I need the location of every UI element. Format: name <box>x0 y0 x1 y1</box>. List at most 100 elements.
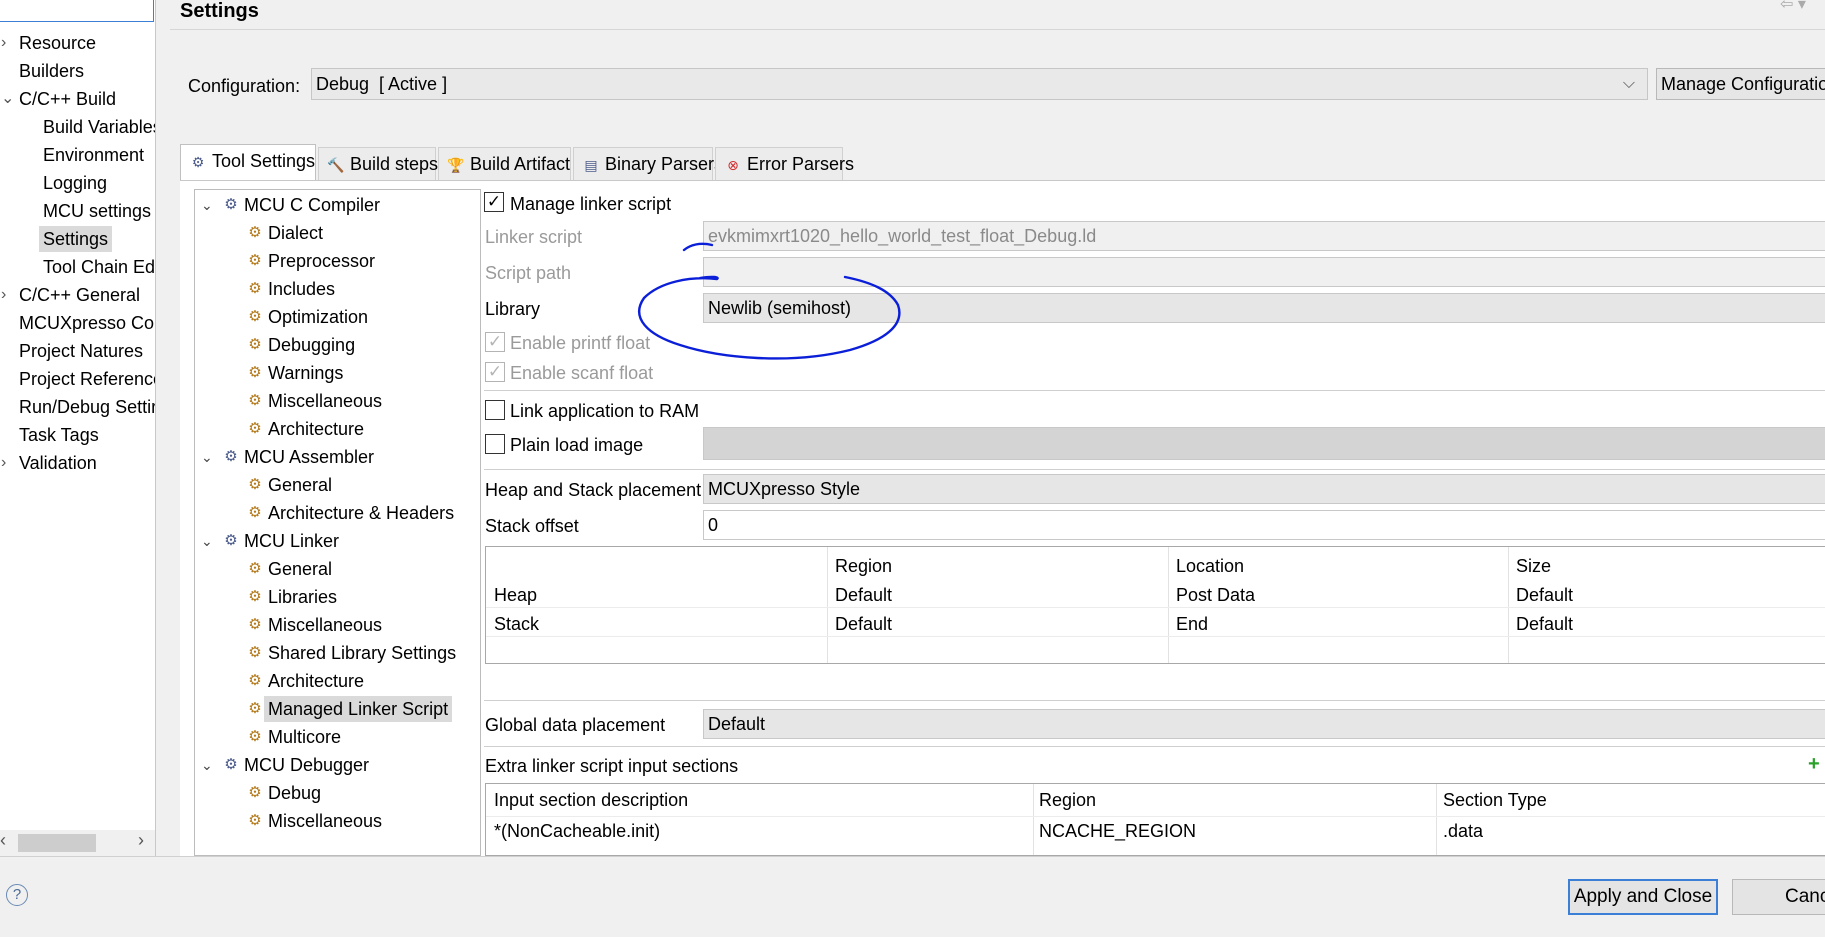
tree-label: Miscellaneous <box>268 391 383 411</box>
nav-item-logging[interactable]: Logging <box>0 170 155 196</box>
tree-item[interactable]: ⚙ Architecture <box>195 416 480 442</box>
tree-item[interactable]: ⚙ Optimization <box>195 304 480 330</box>
table-cell[interactable]: Default <box>835 581 892 609</box>
nav-horizontal-scrollbar[interactable]: ‹ › <box>0 830 155 856</box>
stack-offset-input[interactable]: 0 <box>703 510 1825 540</box>
tree-group[interactable]: ⌄ ⚙ MCU Linker <box>195 528 480 554</box>
tab-error-parsers[interactable]: ⊗ Error Parsers <box>715 147 854 181</box>
tree-item[interactable]: ⚙ Architecture <box>195 668 480 694</box>
nav-item-project-reference[interactable]: Project Reference: <box>0 366 155 392</box>
table-cell[interactable]: *(NonCacheable.init) <box>494 817 660 845</box>
tree-item[interactable]: ⚙ Dialect <box>195 220 480 246</box>
tree-item[interactable]: ⚙ Preprocessor <box>195 248 480 274</box>
table-cell[interactable]: NCACHE_REGION <box>1039 817 1196 845</box>
apply-and-close-button[interactable]: Apply and Close <box>1568 879 1718 915</box>
tree-item[interactable]: ⚙ Miscellaneous <box>195 388 480 414</box>
tree-label: MCU Debugger <box>244 755 370 775</box>
tree-item[interactable]: ⚙ Debugging <box>195 332 480 358</box>
scroll-left-icon[interactable]: ‹ <box>0 830 6 851</box>
nav-item-label: Project Natures <box>19 341 144 361</box>
script-path-field[interactable] <box>703 257 1825 287</box>
chevron-right-icon[interactable]: › <box>1 450 13 476</box>
tree-group[interactable]: ⌄ ⚙ MCU Debugger <box>195 752 480 778</box>
script-path-label: Script path <box>485 263 572 283</box>
table-cell[interactable]: .data <box>1443 817 1483 845</box>
chevron-down-icon[interactable]: ⌄ <box>1 86 14 112</box>
configuration-select[interactable]: Debug [ Active ] ⌵ <box>311 68 1648 100</box>
tab-binary-parsers[interactable]: ▤ Binary Parsers <box>573 147 723 181</box>
chevron-down-icon[interactable]: ⌄ <box>201 444 215 470</box>
tree-item[interactable]: ⚙ Miscellaneous <box>195 612 480 638</box>
footer-divider <box>0 856 1825 857</box>
chevron-right-icon[interactable]: › <box>1 30 13 56</box>
tree-item[interactable]: ⚙ Warnings <box>195 360 480 386</box>
tree-item[interactable]: ⚙ General <box>195 472 480 498</box>
enable-scanf-float-label: Enable scanf float <box>510 363 654 383</box>
tab-build-artifact[interactable]: 🏆 Build Artifact <box>438 147 571 181</box>
nav-item-validation[interactable]: › Validation <box>0 450 155 476</box>
tab-tool-settings[interactable]: ⚙ Tool Settings <box>180 144 316 182</box>
tree-group[interactable]: ⌄ ⚙ MCU C Compiler <box>195 192 480 218</box>
tree-item[interactable]: ⚙ Managed Linker Script <box>195 696 480 722</box>
chevron-down-icon[interactable]: ⌄ <box>201 752 215 778</box>
nav-item-project-natures[interactable]: Project Natures <box>0 338 155 364</box>
tab-label: Build steps <box>350 154 439 174</box>
nav-item-resource[interactable]: › Resource <box>0 30 155 56</box>
option-icon: ⚙ <box>248 812 262 829</box>
gear-icon: ⚙ <box>224 532 238 549</box>
cancel-button[interactable]: Cance <box>1732 879 1825 915</box>
tree-label: Miscellaneous <box>268 811 383 831</box>
global-data-placement-select[interactable]: Default <box>703 709 1825 739</box>
chevron-down-icon[interactable]: ⌄ <box>201 528 215 554</box>
nav-back-forward-icon[interactable]: ⇦ ▾ <box>1780 0 1806 14</box>
tree-item[interactable]: ⚙ Miscellaneous <box>195 808 480 834</box>
nav-item-c-c-build[interactable]: ⌄ C/C++ Build <box>0 86 155 112</box>
link-to-ram-checkbox[interactable] <box>485 400 505 420</box>
tree-group[interactable]: ⌄ ⚙ MCU Assembler <box>195 444 480 470</box>
manage-configurations-button[interactable]: Manage Configuratio <box>1656 68 1825 100</box>
add-section-icon[interactable]: + <box>1808 752 1820 776</box>
tree-item[interactable]: ⚙ General <box>195 556 480 582</box>
table-cell[interactable]: Default <box>835 610 892 638</box>
nav-item-mcu-settings[interactable]: MCU settings <box>0 198 155 224</box>
nav-item-environment[interactable]: Environment <box>0 142 155 168</box>
help-icon[interactable]: ? <box>6 884 28 906</box>
table-cell[interactable]: Stack <box>494 610 539 638</box>
tab-build-steps[interactable]: 🔨 Build steps <box>318 147 439 181</box>
table-cell[interactable]: Post Data <box>1176 581 1255 609</box>
tree-label: Miscellaneous <box>268 615 383 635</box>
plain-load-image-checkbox[interactable] <box>485 434 505 454</box>
chevron-down-icon[interactable]: ⌄ <box>201 192 215 218</box>
nav-item-settings[interactable]: Settings <box>0 226 155 252</box>
tree-item[interactable]: ⚙ Architecture & Headers <box>195 500 480 526</box>
nav-item-run-debug-settir[interactable]: Run/Debug Settir <box>0 394 155 420</box>
nav-item-task-tags[interactable]: Task Tags <box>0 422 155 448</box>
manage-linker-script-checkbox[interactable]: ✓ <box>484 192 504 212</box>
option-icon: ⚙ <box>248 784 262 801</box>
table-cell[interactable]: End <box>1176 610 1208 638</box>
nav-item-build-variables[interactable]: Build Variables <box>0 114 155 140</box>
tree-item[interactable]: ⚙ Libraries <box>195 584 480 610</box>
scroll-thumb[interactable] <box>18 834 96 852</box>
library-select[interactable]: Newlib (semihost) <box>703 293 1825 323</box>
tree-label: Shared Library Settings <box>268 643 457 663</box>
library-label: Library <box>485 299 541 319</box>
scroll-right-icon[interactable]: › <box>138 830 144 851</box>
nav-item-c-c-general[interactable]: › C/C++ General <box>0 282 155 308</box>
tree-item[interactable]: ⚙ Shared Library Settings <box>195 640 480 666</box>
filter-input[interactable] <box>0 0 154 22</box>
chevron-right-icon[interactable]: › <box>1 282 13 308</box>
table-cell[interactable]: Heap <box>494 581 537 609</box>
tree-label: Libraries <box>268 587 338 607</box>
binary-icon: ▤ <box>584 157 598 173</box>
table-cell[interactable]: Default <box>1516 581 1573 609</box>
nav-item-tool-chain-edi[interactable]: Tool Chain Edi <box>0 254 155 280</box>
tree-item[interactable]: ⚙ Multicore <box>195 724 480 750</box>
tree-item[interactable]: ⚙ Includes <box>195 276 480 302</box>
nav-item-mcuxpresso-cor[interactable]: MCUXpresso Cor <box>0 310 155 336</box>
linker-script-field[interactable]: evkmimxrt1020_hello_world_test_float_Deb… <box>703 221 1825 251</box>
table-cell[interactable]: Default <box>1516 610 1573 638</box>
tree-item[interactable]: ⚙ Debug <box>195 780 480 806</box>
nav-item-builders[interactable]: Builders <box>0 58 155 84</box>
heap-stack-placement-select[interactable]: MCUXpresso Style <box>703 474 1825 504</box>
